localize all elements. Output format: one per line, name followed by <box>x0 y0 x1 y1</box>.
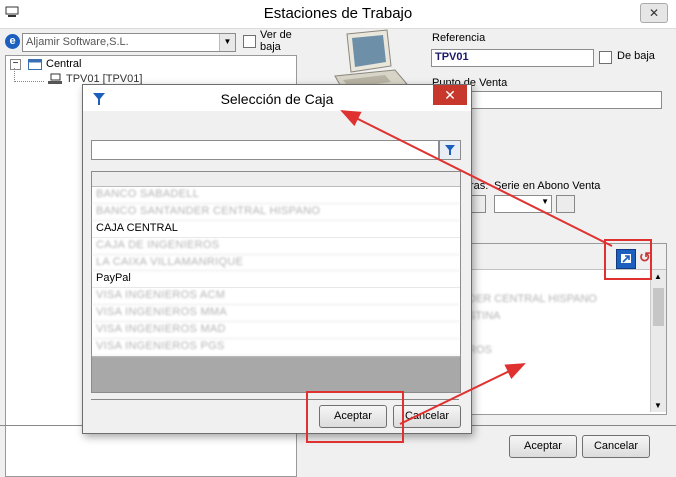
arrow-to-dialog-title <box>340 110 613 247</box>
arrow-to-list <box>399 363 526 425</box>
annotation-arrows <box>340 110 613 425</box>
